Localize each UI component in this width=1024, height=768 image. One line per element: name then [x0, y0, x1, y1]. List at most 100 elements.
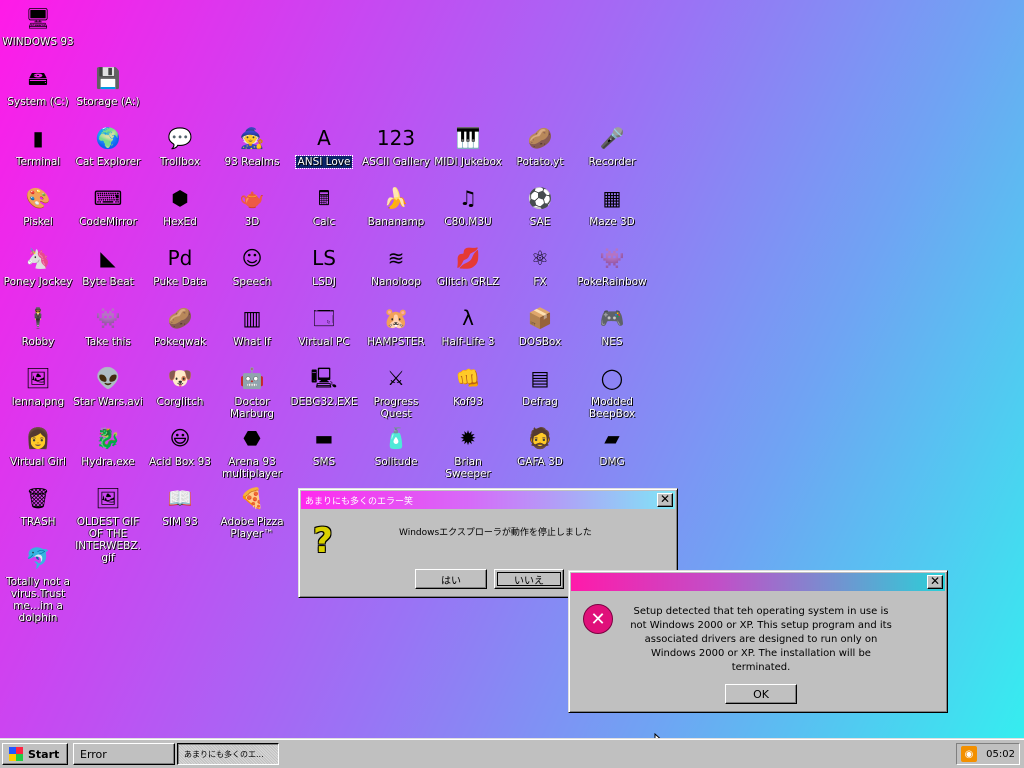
desktop-icon-ansi-love[interactable]: A ANSI Love [288, 122, 360, 169]
desktop-icon-dosbox[interactable]: 📦 DOSBox [504, 302, 576, 348]
start-button[interactable]: Start [2, 743, 68, 765]
desktop-icon-pokerainbow[interactable]: 👾 PokeRainbow [576, 242, 648, 288]
desktop-icon-hexed[interactable]: ⬢ HexEd [144, 182, 216, 228]
desktop-icon-piskel[interactable]: 🎨 Piskel [2, 182, 74, 228]
desktop-icon-half-life-3[interactable]: λ Half-Life 3 [432, 302, 504, 348]
desktop-icon-virtual-girl[interactable]: 👩 Virtual Girl [2, 422, 74, 468]
desktop-icon-hampster[interactable]: 🐹 HAMPSTER [360, 302, 432, 348]
desktop-icon-oldest-gif-of-the-interwebz-gif[interactable]: 🖼 OLDEST GIF OF THE INTERWEBZ.gif [72, 482, 144, 564]
close-button[interactable]: ✕ [927, 575, 943, 589]
desktop-icon-label: Piskel [23, 216, 53, 228]
atom-icon: ⚛ [531, 246, 549, 270]
desktop-icon-glitch-grlz[interactable]: 💋 Glitch GRLZ [432, 242, 504, 288]
desktop-icon-corglitch[interactable]: 🐶 Corglitch [144, 362, 216, 408]
no-button[interactable]: いいえ [494, 569, 564, 589]
desktop-icon-nes[interactable]: 🎮 NES [576, 302, 648, 348]
desktop-icon-speech[interactable]: ☺ Speech [216, 242, 288, 288]
desktop-icon-sim-93[interactable]: 📖 SIM 93 [144, 482, 216, 528]
wizard-icon: 🧙 [239, 126, 265, 150]
desktop-icon-label: Modded BeepBox [588, 396, 636, 420]
desktop-icon-brian-sweeper[interactable]: ✹ Brian Sweeper [432, 422, 504, 480]
desktop-icon-virtual-pc[interactable]: 🗔 Virtual PC [288, 302, 360, 348]
desktop-icon-take-this[interactable]: 👾 Take this [72, 302, 144, 348]
desktop-icon-c80-m3u[interactable]: ♫ C80.M3U [432, 182, 504, 228]
desktop-icon-midi-jukebox[interactable]: 🎹 MIDI Jukebox [432, 122, 504, 168]
desktop-icon-label: Arena 93 multiplayer [222, 456, 282, 480]
desktop-icon-label: Brian Sweeper [445, 456, 491, 480]
desktop-icon-debg32-exe[interactable]: 🖳 DEBG32.EXE [288, 362, 360, 408]
desktop-icon-byte-beat[interactable]: ◣ Byte Beat [72, 242, 144, 288]
desktop-icon-ascii-gallery[interactable]: 123 ASCII Gallery [360, 122, 432, 168]
desktop-icon-arena-93-multiplayer[interactable]: ⬣ Arena 93 multiplayer [216, 422, 288, 480]
desktop-icon-calc[interactable]: 🖩 Calc [288, 182, 360, 228]
desktop-icon-poney-jockey[interactable]: 🦄 Poney Jockey [2, 242, 74, 288]
brown-blob-icon: 🥔 [167, 306, 193, 330]
desktop-icon-label: Pokeqwak [153, 336, 207, 348]
desktop-icon-windows-93[interactable]: 🖥 WINDOWS 93 [2, 2, 74, 48]
desktop-icon-93-realms[interactable]: 🧙 93 Realms [216, 122, 288, 168]
rss-feed-icon[interactable]: ◉ [961, 746, 977, 762]
desktop-icon-what-if[interactable]: ▥ What If [216, 302, 288, 348]
desktop-icon-label: Kof93 [453, 396, 483, 408]
desktop-icon-codemirror[interactable]: ⌨ CodeMirror [72, 182, 144, 228]
lambda-icon: λ [462, 306, 474, 330]
taskbar-item-error[interactable]: Error [73, 743, 175, 765]
desktop-icon-dmg[interactable]: ▰ DMG [576, 422, 648, 468]
desktop-icon-defrag[interactable]: ▤ Defrag [504, 362, 576, 408]
desktop-icon-modded-beepbox[interactable]: ◯ Modded BeepBox [576, 362, 648, 420]
desktop-icon-acid-box-93[interactable]: 😃 Acid Box 93 [144, 422, 216, 468]
desktop-icon-trollbox[interactable]: 💬 Trollbox [144, 122, 216, 168]
desktop-icon-sae[interactable]: ⚽ SAE [504, 182, 576, 228]
desktop-icon-bananamp[interactable]: 🍌 Bananamp [360, 182, 432, 228]
ascii-numbers-icon: 123 [376, 126, 416, 150]
dialog-titlebar[interactable]: ✕ [571, 573, 945, 591]
desktop-icon-lenna-png[interactable]: 🖼 lenna.png [2, 362, 74, 408]
desktop-icon-potato-yt[interactable]: 🥔 Potato.yt [504, 122, 576, 168]
desktop-icon-storage-a[interactable]: 💾 Storage (A:) [72, 62, 144, 108]
desktop-icon-label: Speech [232, 276, 272, 288]
desktop-icon-sms[interactable]: ▬ SMS [288, 422, 360, 468]
close-button[interactable]: ✕ [657, 493, 673, 507]
potato-icon: 🥔 [527, 126, 553, 150]
desktop-icon-maze-3d[interactable]: ▦ Maze 3D [576, 182, 648, 228]
lips-icon: 💋 [455, 246, 481, 270]
desktop-icon-system-c[interactable]: 🖴 System (C:) [2, 62, 74, 108]
dialog-message: Setup detected that teh operating system… [630, 606, 892, 673]
computer-icon: 🖥 [25, 6, 51, 30]
desktop-icon-gafa-3d[interactable]: 🧔 GAFA 3D [504, 422, 576, 468]
stick-figure-icon: 🕴 [25, 306, 51, 330]
desktop-icon-puke-data[interactable]: Pd Puke Data [144, 242, 216, 288]
desktop-icon-doctor-marburg[interactable]: 🤖 Doctor Marburg [216, 362, 288, 420]
desktop-icon-pokeqwak[interactable]: 🥔 Pokeqwak [144, 302, 216, 348]
defrag-icon: ▤ [530, 366, 550, 390]
dialog-titlebar[interactable]: あまりにも多くのエラー笑 ✕ [301, 491, 675, 509]
desktop-icon-kof93[interactable]: 👊 Kof93 [432, 362, 504, 408]
portrait-icon: 👩 [25, 426, 51, 450]
desktop-icon-totally-not-a-virus-trust-me-im-a-dolphin[interactable]: 🐬 Totally not a virus.Trust me...im a dol… [2, 542, 74, 624]
desktop-icon-terminal[interactable]: ▮ Terminal [2, 122, 74, 168]
desktop-icon-star-wars-avi[interactable]: 👽 Star Wars.avi [72, 362, 144, 408]
desktop-icon-label: DEBG32.EXE [290, 396, 358, 408]
desktop-icon-recorder[interactable]: 🎤 Recorder [576, 122, 648, 168]
desktop-icon-nanoloop[interactable]: ≋ Nanoloop [360, 242, 432, 288]
desktop-icon-trash[interactable]: 🗑 TRASH [2, 482, 74, 528]
desktop-icon-label: Corglitch [156, 396, 204, 408]
desktop-icon-robby[interactable]: 🕴 Robby [2, 302, 74, 348]
cube-icon: ⬣ [243, 426, 261, 450]
desktop-icon-3d[interactable]: 🫖 3D [216, 182, 288, 228]
ok-button[interactable]: OK [725, 684, 797, 704]
debug-monitor-icon: 🖳 [310, 366, 338, 390]
desktop-icon-hydra-exe[interactable]: 🐉 Hydra.exe [72, 422, 144, 468]
desktop-icon-progress-quest[interactable]: ⚔ Progress Quest [360, 362, 432, 420]
desktop-icon-label: Cat Explorer [75, 156, 141, 168]
yes-button[interactable]: はい [415, 569, 487, 589]
desktop-icon-label: Acid Box 93 [149, 456, 211, 468]
dolphin-icon: 🐬 [25, 546, 51, 570]
desktop-icon-lsdj[interactable]: LS LSDJ [288, 242, 360, 288]
taskbar-item-jp-dialog[interactable]: あまりにも多くのエ... [177, 743, 279, 765]
desktop-icon-cat-explorer[interactable]: 🌍 Cat Explorer [72, 122, 144, 168]
desktop-icon-fx[interactable]: ⚛ FX [504, 242, 576, 288]
desktop-icon-adobe-pizza-player[interactable]: 🍕 Adobe Pizza Player™ [216, 482, 288, 540]
calculator-icon: 🖩 [318, 186, 330, 210]
desktop-icon-solitude[interactable]: 🧴 Solitude [360, 422, 432, 468]
